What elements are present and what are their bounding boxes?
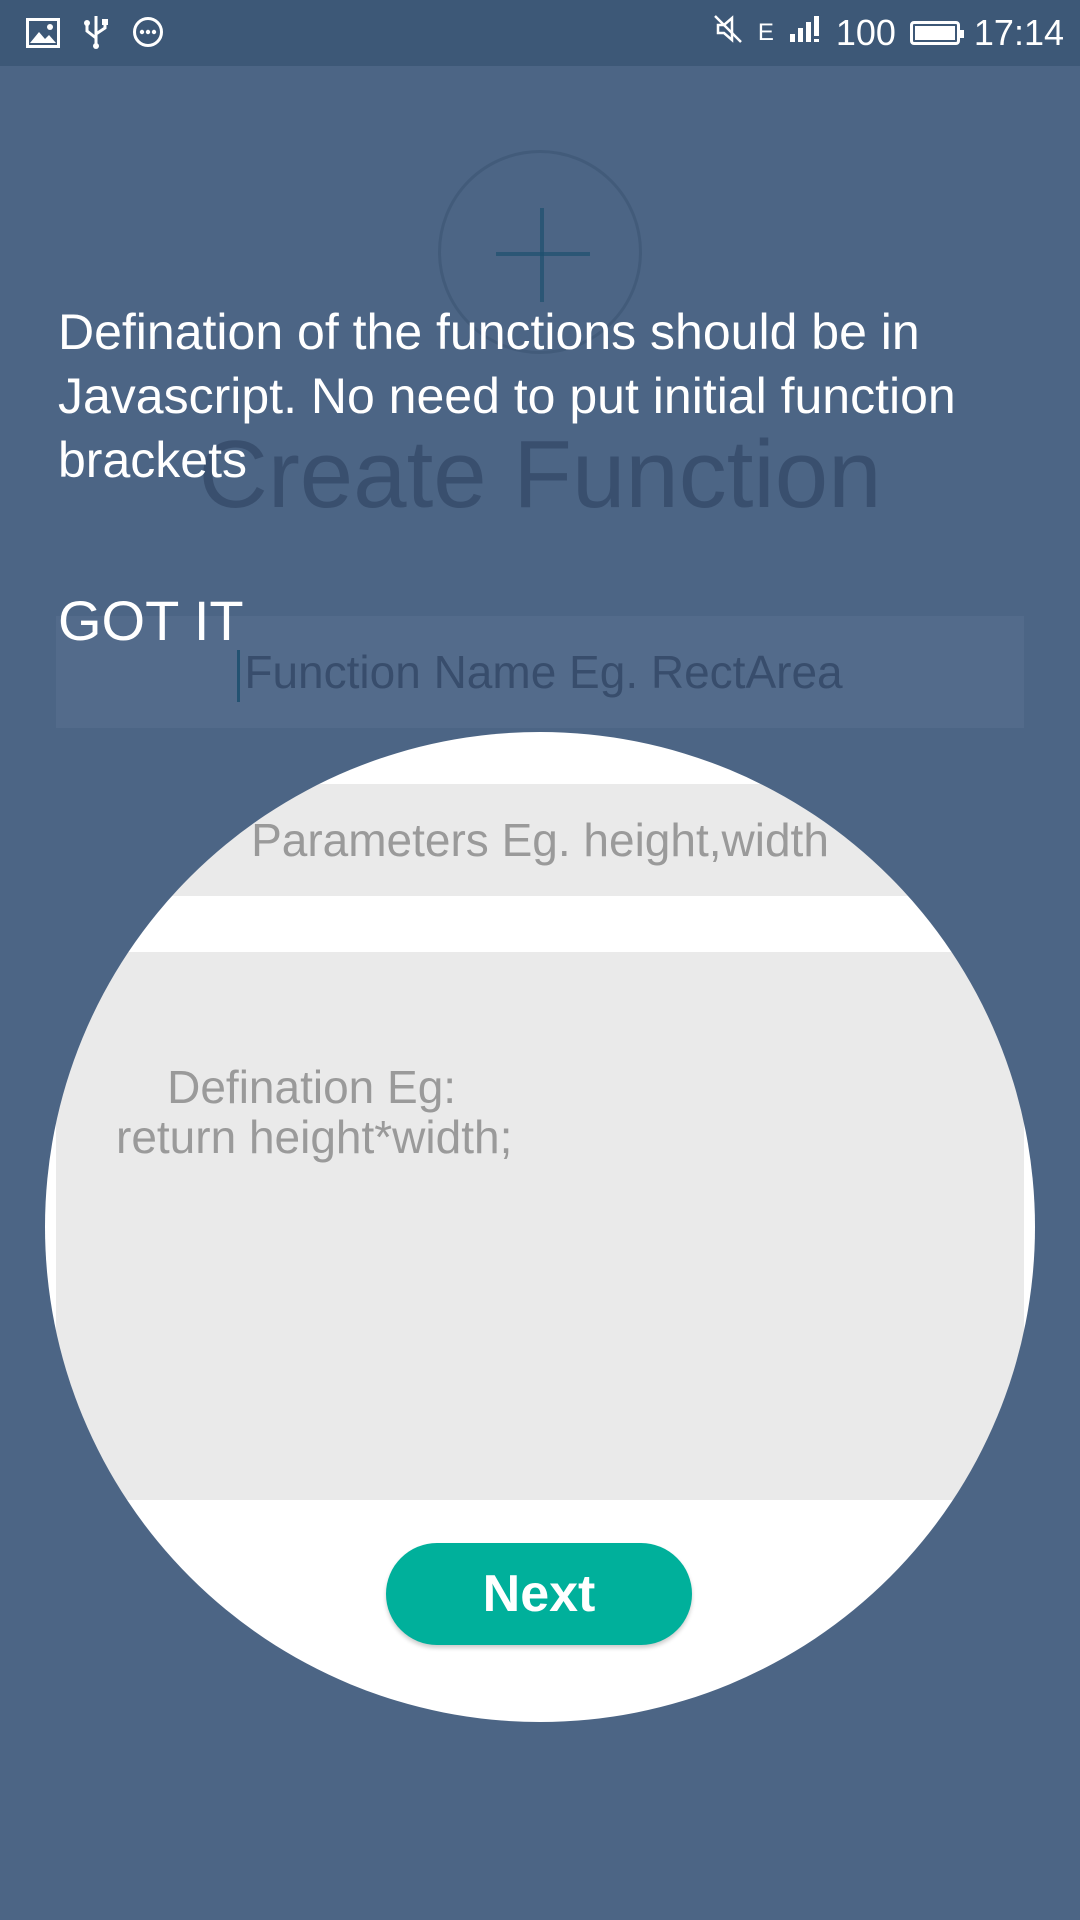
parameters-field[interactable]: Parameters Eg. height,width	[56, 784, 1024, 896]
mute-icon	[712, 13, 744, 54]
create-function-screen: Create Function Function Name Eg. RectAr…	[0, 0, 1080, 1920]
next-button[interactable]: Next	[386, 1543, 692, 1645]
coach-message: Defination of the functions should be in…	[58, 304, 956, 488]
network-type: E	[757, 19, 774, 46]
more-icon	[132, 16, 164, 57]
definition-placeholder: Defination Eg: return height*width;	[116, 1061, 513, 1163]
function-name-placeholder: Function Name Eg. RectArea	[244, 646, 843, 698]
definition-field[interactable]: Defination Eg: return height*width;	[56, 952, 1024, 1500]
usb-icon	[82, 14, 110, 59]
battery-level: 100	[835, 12, 896, 53]
status-bar: E 100 17:14	[0, 0, 1080, 66]
signal-icon	[788, 13, 822, 53]
clock: 17:14	[973, 12, 1064, 53]
text-cursor	[237, 649, 241, 702]
got-it-button[interactable]: GOT IT	[58, 588, 244, 653]
battery-icon	[909, 21, 964, 45]
image-icon	[26, 17, 60, 57]
parameters-placeholder: Parameters Eg. height,width	[251, 814, 829, 866]
